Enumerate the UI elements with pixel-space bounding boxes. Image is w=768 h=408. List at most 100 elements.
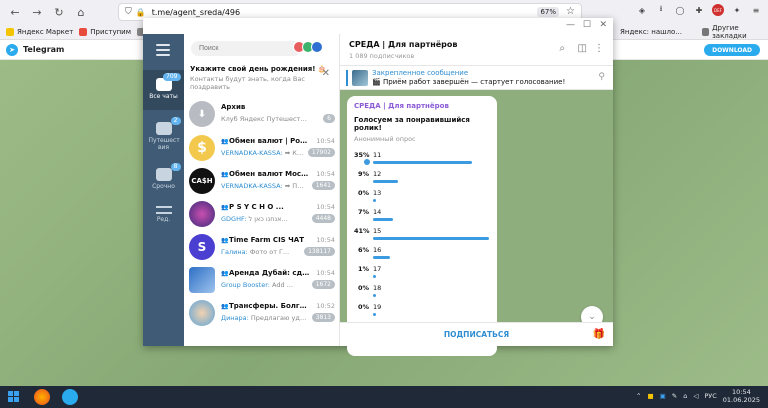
puzzle-icon[interactable]: ✦ <box>731 4 743 16</box>
close-icon[interactable]: ✕ <box>599 20 607 30</box>
search-input[interactable] <box>191 41 301 56</box>
chat-item[interactable]: S 👥Time Farm CIS ЧАТ 10:54 Галина: Фото … <box>184 231 339 264</box>
speaker-icon[interactable]: ◁ <box>693 392 698 400</box>
birthday-banner[interactable]: Укажите свой день рождения! 🎂 Контакты б… <box>184 62 339 92</box>
chat-item[interactable]: 👥Аренда Дубай: сдам... 10:54 Group Boost… <box>184 264 339 297</box>
more-icon[interactable]: ⋮ <box>594 43 604 54</box>
poll-option-percent: 0% <box>357 284 369 292</box>
folder-all-chats[interactable]: 709 Все чаты <box>143 70 184 110</box>
minimize-icon[interactable]: — <box>566 20 575 30</box>
back-icon[interactable]: ← <box>4 1 26 23</box>
forward-icon[interactable]: → <box>26 1 48 23</box>
chat-item[interactable]: $ 👥Обмен валют | Росс... 10:54 VERNADKA-… <box>184 132 339 165</box>
chat-item[interactable]: CA$H 👥Обмен валют Москва 10:54 VERNADKA-… <box>184 165 339 198</box>
pocket-icon[interactable]: ◈ <box>636 4 648 16</box>
other-bookmarks[interactable]: Другие закладки <box>702 24 768 40</box>
account-icon[interactable]: ◯ <box>674 4 686 16</box>
download-button[interactable]: DOWNLOAD <box>704 44 760 56</box>
telegram-logo-icon: ➤ <box>6 43 18 56</box>
close-icon[interactable]: ✕ <box>322 68 330 79</box>
poll-option-label: 12 <box>373 170 382 178</box>
menu-icon[interactable]: ≡ <box>750 4 762 16</box>
story-avatars[interactable] <box>293 41 323 53</box>
network-icon[interactable]: ⌂ <box>683 392 687 400</box>
pin-list-icon[interactable]: ⚲ <box>598 72 605 82</box>
group-icon: 👥 <box>221 237 229 244</box>
folder-edit[interactable]: Ред. <box>143 200 184 230</box>
language-indicator[interactable]: РУС <box>704 392 716 400</box>
folder-icon <box>702 27 710 36</box>
firefox-icon[interactable] <box>34 389 50 405</box>
poll-option-percent: 35% <box>354 151 370 159</box>
poll-option: 41% 15 <box>354 225 490 244</box>
poll-option-bar <box>373 313 376 316</box>
clock[interactable]: 10:54 01.06.2025 <box>723 388 760 404</box>
chat-item-archive[interactable]: ⬇ Архив Клуб Яндекс Путешествен... 6 <box>184 98 339 131</box>
bookmark-item[interactable]: Яндекс Маркет <box>6 27 73 36</box>
zoom-indicator[interactable]: 67% <box>537 7 559 17</box>
archive-icon: ⬇ <box>189 101 215 127</box>
chat-preview: Клуб Яндекс Путешествен... <box>221 115 307 123</box>
tray-app-icon[interactable]: ▣ <box>660 392 666 400</box>
chat-item[interactable]: 👥Трансферы. Болгар... 10:52 Динара: Пред… <box>184 297 339 330</box>
chat-preview: VERNADKA-KASSA: ➡ По... <box>221 182 307 190</box>
chevron-up-icon[interactable]: ⌃ <box>636 392 641 400</box>
unread-badge: 2 <box>170 117 181 125</box>
group-icon: 👥 <box>221 303 229 310</box>
unread-count: 3813 <box>311 313 335 322</box>
avatar: $ <box>189 135 215 161</box>
chat-list: Укажите свой день рождения! 🎂 Контакты б… <box>184 34 340 346</box>
pinned-text: 🎬 Приём работ завершён — стартует голосо… <box>372 78 566 86</box>
pen-icon[interactable]: ✎ <box>672 392 677 400</box>
extensions-icon[interactable]: ✚ <box>693 4 705 16</box>
group-icon: 👥 <box>221 138 229 145</box>
abp-icon[interactable]: DEF <box>712 4 724 16</box>
poll-option-percent: 41% <box>354 227 370 235</box>
conversation-header[interactable]: СРЕДА | Для партнёров 1 089 подписчиков … <box>340 34 613 66</box>
poll-option: 35% 11 <box>354 149 490 168</box>
poll-option-label: 11 <box>373 151 382 159</box>
chat-item[interactable]: 👥P S Y C H O ... 10:54 GDGHF: אנחנו כאן … <box>184 198 339 231</box>
reload-icon[interactable]: ↻ <box>48 1 70 23</box>
shield-icon: ⛉ <box>125 7 132 17</box>
poll-option-bar <box>373 237 489 240</box>
poll-option: 0% 19 <box>354 301 490 320</box>
sidebar-toggle-icon[interactable]: ◫ <box>578 43 587 54</box>
tray-app-icon[interactable]: ■ <box>647 392 653 400</box>
hamburger-menu-icon[interactable] <box>156 44 170 59</box>
pinned-message[interactable]: Закрепленное сообщение 🎬 Приём работ зав… <box>340 66 613 90</box>
windows-start-icon[interactable] <box>8 391 20 403</box>
chat-preview: Динара: Предлагаю уда... <box>221 314 307 322</box>
telegram-taskbar-icon[interactable] <box>62 389 78 405</box>
conversation-pane: СРЕДА | Для партнёров 1 089 подписчиков … <box>340 34 613 356</box>
poll-option-percent: 9% <box>357 170 369 178</box>
download-icon[interactable]: ⭳ <box>655 4 667 16</box>
search-icon[interactable]: ⌕ <box>559 43 565 54</box>
poll-option-bar <box>373 275 376 278</box>
window-titlebar: — ☐ ✕ <box>143 18 613 34</box>
poll-option: 6% 16 <box>354 244 490 263</box>
home-icon[interactable]: ⌂ <box>70 1 92 23</box>
chat-name: Архив <box>221 103 246 111</box>
subscribe-button[interactable]: ПОДПИСАТЬСЯ <box>444 330 509 339</box>
birthday-text: Контакты будут знать, когда Вас поздрави… <box>190 75 305 91</box>
bookmark-item[interactable]: Яндекс: нашло... <box>620 28 682 36</box>
unread-badge: 709 <box>163 73 181 81</box>
poll-option-label: 17 <box>373 265 382 273</box>
bookmark-star-icon[interactable]: ☆ <box>566 6 575 17</box>
maximize-icon[interactable]: ☐ <box>583 20 591 30</box>
poll-options: 35% 11 9% 12 0% 13 7% 14 41% 15 6% 16 1% 17 0% 18 0% 19 <box>354 149 490 320</box>
pinned-title: Закрепленное сообщение <box>372 69 469 77</box>
poll-option-label: 15 <box>373 227 382 235</box>
folder-urgent[interactable]: 8 Срочно <box>143 160 184 196</box>
folder-rail: 709 Все чаты 2 Путешест вия 8 Срочно Ред… <box>143 34 184 346</box>
chat-name: 👥Обмен валют | Росс... <box>221 137 311 145</box>
unread-count: 138117 <box>304 247 335 256</box>
group-icon: 👥 <box>221 270 229 277</box>
yandex-market-icon <box>6 27 14 36</box>
bookmark-item[interactable]: Приступим <box>79 27 131 36</box>
chat-name: 👥Time Farm CIS ЧАТ <box>221 236 305 244</box>
url-text[interactable]: t.me/agent_sreda/496 <box>152 8 240 17</box>
folder-travel[interactable]: 2 Путешест вия <box>143 114 184 154</box>
gift-icon[interactable]: 🎁 <box>593 329 605 340</box>
